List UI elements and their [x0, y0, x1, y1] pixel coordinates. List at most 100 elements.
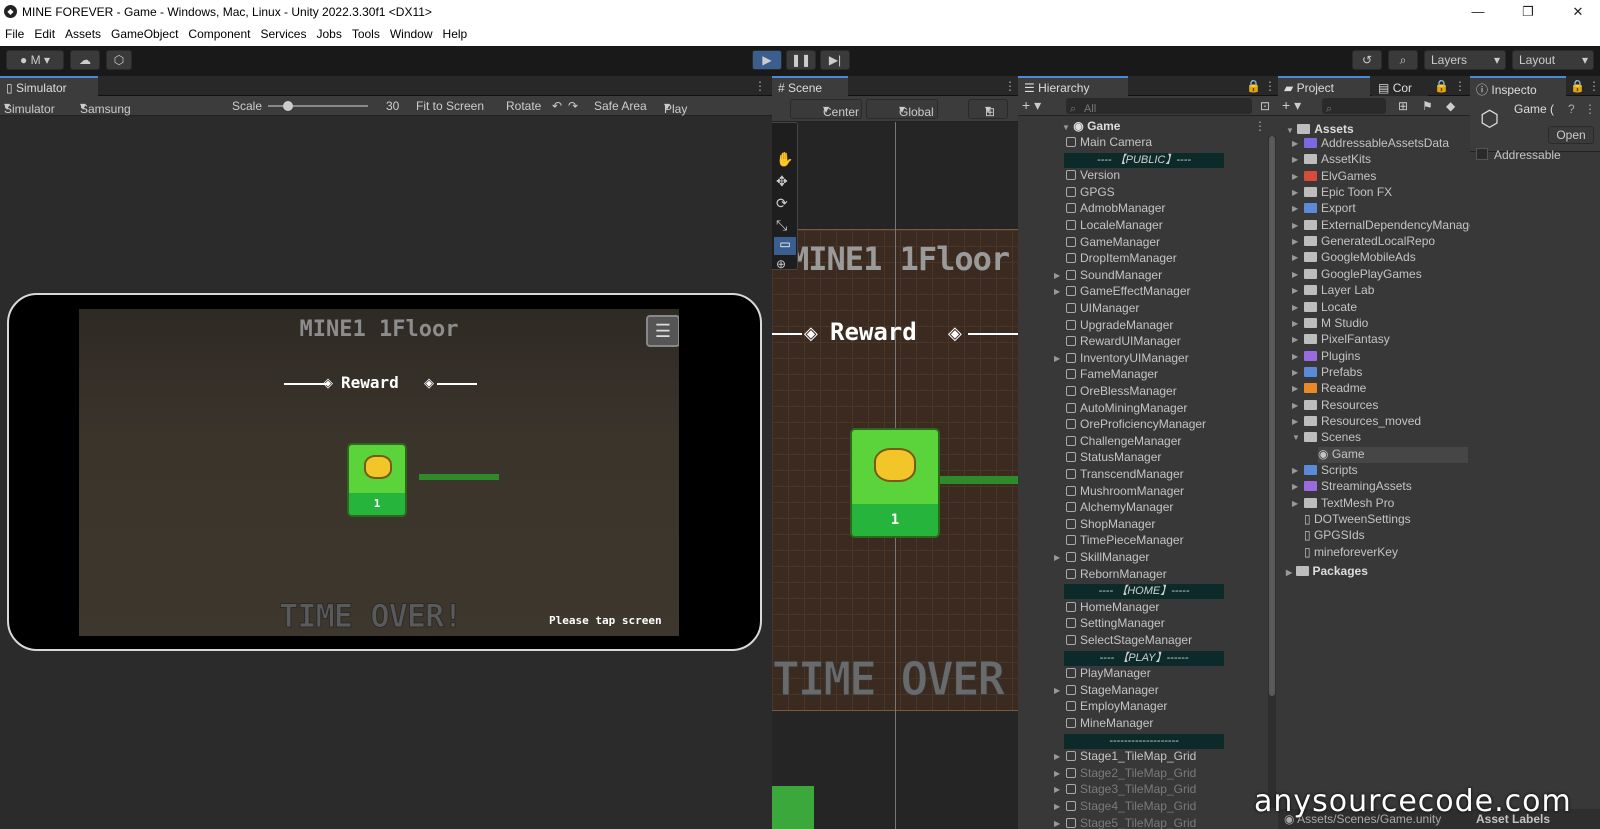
project-item[interactable]: ▶ Epic Toon FX [1292, 185, 1392, 201]
rotate-right-icon[interactable]: ↷ [568, 99, 578, 113]
panel-menu-icon[interactable]: ⋮ [1004, 79, 1016, 93]
hierarchy-item[interactable]: ▶ Stage1_TileMap_Grid [1054, 749, 1196, 765]
help-icon[interactable]: ? [1568, 102, 1575, 116]
expand-arrow-icon[interactable]: ▼ [1292, 433, 1300, 442]
project-item[interactable]: ▶ AssetKits [1292, 152, 1371, 168]
hierarchy-item[interactable]: AdmobManager [1066, 201, 1165, 217]
panel-menu-icon[interactable]: ⋮ [1588, 79, 1600, 93]
menu-help[interactable]: Help [438, 24, 473, 41]
account-dropdown[interactable]: ● M ▾ [6, 50, 64, 70]
hierarchy-item[interactable]: SettingManager [1066, 616, 1165, 632]
hierarchy-item[interactable]: ChallengeManager [1066, 434, 1181, 450]
menu-jobs[interactable]: Jobs [311, 24, 346, 41]
project-item[interactable]: ▶ Export [1292, 201, 1356, 217]
hierarchy-item[interactable]: SelectStageManager [1066, 633, 1192, 649]
expand-arrow-icon[interactable]: ▶ [1292, 139, 1298, 148]
hierarchy-item[interactable]: ▶ SkillManager [1054, 550, 1149, 566]
device-dropdown[interactable]: Samsung Galaxy S10e ▾ [80, 99, 131, 144]
panel-menu-icon[interactable]: ⋮ [1254, 119, 1266, 133]
hierarchy-item[interactable]: ShopManager [1066, 517, 1155, 533]
hierarchy-item[interactable]: UIManager [1066, 301, 1139, 317]
expand-arrow-icon[interactable]: ▶ [1292, 172, 1298, 181]
hierarchy-separator[interactable]: ---- 【PLAY】------ [1064, 650, 1224, 666]
fit-to-screen-button[interactable]: Fit to Screen [416, 99, 484, 113]
hierarchy-item[interactable]: ▶ Stage5_TileMap_Grid [1054, 816, 1196, 829]
hierarchy-item[interactable]: OreProficiencyManager [1066, 417, 1206, 433]
expand-arrow-icon[interactable]: ▶ [1292, 204, 1298, 213]
tab-project[interactable]: ▰ Project [1278, 76, 1370, 96]
snap-dropdown[interactable]: ⊞ ▾ [968, 99, 1008, 119]
hierarchy-root-game[interactable]: ▼ ◉ Game [1062, 119, 1120, 133]
expand-arrow-icon[interactable]: ▶ [1292, 368, 1298, 377]
project-root-assets[interactable]: ▼ Assets [1286, 122, 1354, 136]
hierarchy-item[interactable]: RewardUIManager [1066, 334, 1181, 350]
panel-menu-icon[interactable]: ⋮ [1264, 79, 1276, 93]
expand-arrow-icon[interactable]: ▶ [1054, 769, 1060, 778]
scene-visibility-icon[interactable]: ⊡ [1260, 99, 1270, 113]
tab-scene[interactable]: # Scene [772, 76, 848, 96]
project-item[interactable]: ▶ GeneratedLocalRepo [1292, 234, 1435, 250]
space-dropdown[interactable]: Global ▾ [866, 99, 938, 119]
search-button[interactable]: ⌕ [1388, 50, 1418, 70]
scale-slider-knob[interactable] [283, 101, 293, 111]
hierarchy-item[interactable]: LocaleManager [1066, 218, 1163, 234]
scene-reward-card[interactable]: 1 [850, 428, 940, 538]
hierarchy-item[interactable]: StatusManager [1066, 450, 1161, 466]
scale-slider[interactable] [268, 101, 368, 111]
menu-window[interactable]: Window [385, 24, 438, 41]
tab-console[interactable]: ▤ Cor [1372, 76, 1428, 96]
hierarchy-item[interactable]: OreBlessManager [1066, 384, 1177, 400]
hierarchy-item[interactable]: PlayManager [1066, 666, 1151, 682]
history-button[interactable]: ↺ [1352, 50, 1382, 70]
hierarchy-item[interactable]: UpgradeManager [1066, 318, 1173, 334]
hierarchy-item[interactable]: MushroomManager [1066, 484, 1184, 500]
reward-card[interactable]: 1 [347, 443, 407, 517]
project-search-input[interactable]: ⌕ [1322, 98, 1386, 115]
expand-arrow-icon[interactable]: ▶ [1292, 253, 1298, 262]
panel-menu-icon[interactable]: ⋮ [754, 79, 766, 93]
panel-menu-icon[interactable]: ⋮ [1454, 79, 1466, 93]
hierarchy-separator[interactable]: ---- 【HOME】----- [1064, 584, 1224, 600]
expand-arrow-icon[interactable]: ▶ [1292, 188, 1298, 197]
project-item[interactable]: ▯ DOTweenSettings [1304, 512, 1411, 528]
expand-arrow-icon[interactable]: ▶ [1292, 482, 1298, 491]
hierarchy-separator[interactable]: ---- 【PUBLIC】---- [1064, 152, 1224, 168]
hierarchy-separator[interactable]: ------------------- [1064, 733, 1224, 749]
hierarchy-item[interactable]: GPGS [1066, 185, 1115, 201]
filter-by-type-icon[interactable]: ⊞ [1398, 99, 1408, 113]
project-item[interactable]: ▶ Resources_moved [1292, 414, 1421, 430]
menu-gameobject[interactable]: GameObject [106, 24, 183, 41]
project-item[interactable]: ▶ ExternalDependencyManager [1292, 218, 1470, 234]
expand-arrow-icon[interactable]: ▶ [1292, 417, 1298, 426]
hierarchy-item[interactable]: EmployManager [1066, 699, 1167, 715]
addressable-checkbox[interactable] [1476, 148, 1488, 160]
expand-arrow-icon[interactable]: ▶ [1054, 271, 1060, 280]
open-button[interactable]: Open [1548, 126, 1594, 144]
hierarchy-item[interactable]: ▶ Stage3_TileMap_Grid [1054, 782, 1196, 798]
panel-menu-icon[interactable]: ⋮ [1584, 102, 1596, 116]
game-menu-button[interactable]: ☰ [646, 315, 679, 347]
game-screen[interactable]: MINE1 1Floor ☰ ◈ ◈ Reward 1 TIME OVER! P… [79, 309, 679, 636]
expand-arrow-icon[interactable]: ▶ [1054, 686, 1060, 695]
project-item[interactable]: ▶ GooglePlayGames [1292, 267, 1422, 283]
tab-hierarchy[interactable]: ☰ Hierarchy [1018, 76, 1128, 96]
menu-assets[interactable]: Assets [60, 24, 106, 41]
project-item[interactable]: ▶ StreamingAssets [1292, 479, 1412, 495]
scene-viewport[interactable]: MINE1 1Floor ◈ ◈ Reward 1 TIME OVER ✋ ✥ … [772, 122, 1018, 829]
menu-services[interactable]: Services [255, 24, 311, 41]
pivot-dropdown[interactable]: Center ▾ [790, 99, 862, 119]
play-mode-dropdown[interactable]: Play Unfocused ▾ [664, 99, 721, 130]
hierarchy-item[interactable]: DropItemManager [1066, 251, 1177, 267]
project-root-packages[interactable]: ▶ Packages [1286, 564, 1368, 578]
hierarchy-item[interactable]: ▶ StageManager [1054, 683, 1159, 699]
layout-dropdown[interactable]: Layout ▾ [1512, 50, 1594, 70]
expand-arrow-icon[interactable]: ▶ [1292, 286, 1298, 295]
menu-component[interactable]: Component [183, 24, 255, 41]
project-item[interactable]: ▶ TextMesh Pro [1292, 496, 1394, 512]
hierarchy-item[interactable]: ▶ GameEffectManager [1054, 284, 1191, 300]
hand-tool-icon[interactable]: ✋ [776, 151, 793, 168]
hierarchy-item[interactable]: Main Camera [1066, 135, 1152, 151]
hierarchy-item[interactable]: MineManager [1066, 716, 1153, 732]
expand-arrow-icon[interactable]: ▶ [1054, 819, 1060, 828]
hierarchy-item[interactable]: HomeManager [1066, 600, 1159, 616]
